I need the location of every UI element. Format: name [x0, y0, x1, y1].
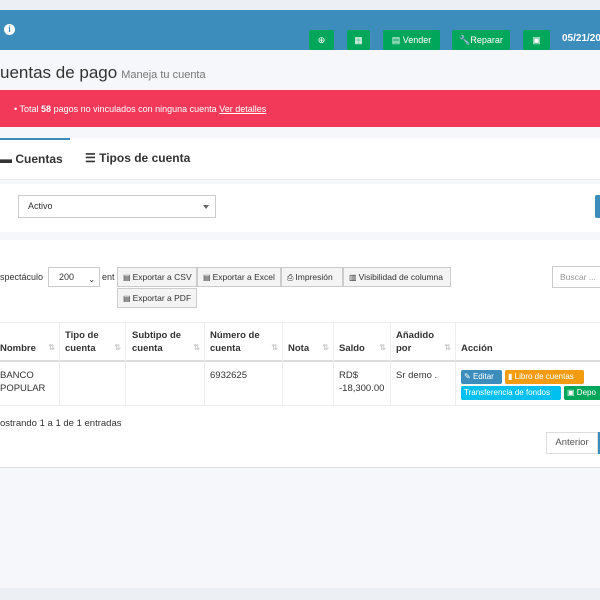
- export-excel-button[interactable]: ▤ Exportar a Excel: [197, 267, 281, 287]
- entries-suffix: ent: [102, 272, 115, 282]
- column-visibility-label: Visibilidad de columna: [358, 272, 443, 282]
- sort-icon: ⇅: [444, 343, 451, 352]
- status-select[interactable]: Activo: [18, 195, 216, 218]
- money-icon: ▣: [532, 35, 541, 45]
- entries-select[interactable]: 200 ⌄: [48, 267, 100, 287]
- sort-icon: ⇅: [48, 343, 55, 352]
- book-icon: ▮: [508, 372, 513, 381]
- alert-message: pagos no vinculados con ninguna cuenta: [53, 104, 217, 114]
- cash-button[interactable]: ▣: [523, 30, 550, 50]
- cell-added-by: Sr demo .: [391, 362, 456, 406]
- sell-label: Vender: [402, 35, 432, 45]
- column-header-name-label: Nombre: [0, 343, 36, 354]
- cell-subtype: [126, 362, 205, 406]
- export-csv-label: Exportar a CSV: [132, 272, 192, 282]
- tabs-bar: ▬ Cuentas ☰ Tipos de cuenta: [0, 138, 600, 180]
- wrench-icon: 🔧: [459, 35, 471, 45]
- previous-page-button[interactable]: Anterior: [546, 432, 598, 454]
- column-header-action: Acción: [456, 322, 600, 362]
- alert-count: 58: [41, 104, 52, 114]
- print-button[interactable]: ⎙ Impresión: [281, 267, 343, 287]
- edit-label: Editar: [472, 372, 494, 381]
- print-label: Impresión: [295, 272, 333, 282]
- page-title-text: uentas de pago: [0, 63, 118, 82]
- tab-accounts[interactable]: ▬ Cuentas: [0, 138, 70, 180]
- calculator-icon: ▦: [354, 35, 363, 45]
- column-header-balance-label: Saldo: [339, 343, 365, 354]
- export-pdf-button[interactable]: ▤ Exportar a PDF: [117, 288, 197, 308]
- status-select-value: Activo: [28, 201, 53, 211]
- show-entries-label: spectáculo: [0, 272, 44, 282]
- column-header-added-by-label: Añadido por: [396, 330, 434, 354]
- tab-account-types-label: Tipos de cuenta: [99, 151, 191, 165]
- column-header-subtype-label: Subtipo de cuenta: [132, 330, 182, 354]
- cell-balance: RD$ -18,300.00: [334, 362, 391, 406]
- repair-label: Reparar: [470, 35, 503, 45]
- cell-type: [60, 362, 126, 406]
- column-header-note[interactable]: Nota ⇅: [283, 322, 334, 362]
- column-visibility-button[interactable]: ▥ Visibilidad de columna: [343, 267, 451, 287]
- repair-button[interactable]: 🔧Reparar: [452, 30, 510, 50]
- edit-icon: ✎: [464, 372, 471, 381]
- sort-icon: ⇅: [114, 343, 121, 352]
- column-header-added-by[interactable]: Añadido por ⇅: [391, 322, 456, 362]
- export-excel-label: Exportar a Excel: [212, 272, 275, 282]
- book-icon: ▬: [0, 152, 12, 166]
- column-header-type-label: Tipo de cuenta: [65, 330, 99, 354]
- column-header-name[interactable]: Nombre ⇅: [0, 322, 60, 362]
- column-header-number-label: Número de cuenta: [210, 330, 260, 354]
- export-pdf-label: Exportar a PDF: [132, 293, 192, 303]
- add-account-button[interactable]: [595, 195, 600, 218]
- file-icon: ▤: [123, 273, 131, 282]
- cell-name: BANCO POPULAR: [0, 362, 60, 406]
- ledger-label: Libro de cuentas: [514, 372, 574, 381]
- tab-accounts-label: Cuentas: [15, 152, 63, 166]
- column-header-number[interactable]: Número de cuenta ⇅: [205, 322, 283, 362]
- cell-number: 6932625: [205, 362, 283, 406]
- ledger-button[interactable]: ▮ Libro de cuentas: [505, 370, 584, 384]
- column-header-type[interactable]: Tipo de cuenta ⇅: [60, 322, 126, 362]
- info-icon[interactable]: i: [4, 24, 15, 35]
- sort-icon: ⇅: [271, 343, 278, 352]
- column-header-note-label: Nota: [288, 343, 310, 354]
- column-header-balance[interactable]: Saldo ⇅: [334, 322, 391, 362]
- page-subtitle: Maneja tu cuenta: [121, 69, 206, 81]
- caret-down-icon: [203, 205, 209, 209]
- tab-account-types[interactable]: ☰ Tipos de cuenta: [85, 138, 190, 180]
- top-navbar: i ⊕ ▦ ▤ Vender 🔧Reparar ▣ 05/21/20: [0, 10, 600, 50]
- print-icon: ⎙: [287, 273, 294, 282]
- list-icon: ☰: [85, 151, 96, 165]
- column-header-subtype[interactable]: Subtipo de cuenta ⇅: [126, 322, 205, 362]
- deposit-label: Depo: [576, 388, 596, 397]
- transfer-funds-button[interactable]: Transferencia de fondos: [461, 386, 561, 400]
- alert-prefix: Total: [19, 104, 39, 114]
- sell-button[interactable]: ▤ Vender: [383, 30, 440, 50]
- unlinked-payments-alert: • Total 58 pagos no vinculados con ningu…: [0, 90, 600, 127]
- add-button[interactable]: ⊕: [309, 30, 334, 50]
- file-pdf-icon: ▤: [123, 294, 131, 303]
- current-date: 05/21/20: [562, 33, 600, 44]
- sort-icon: ⇅: [193, 343, 200, 352]
- page-title: uentas de pago Maneja tu cuenta: [0, 63, 206, 83]
- money-icon: ▣: [567, 388, 575, 397]
- plus-circle-icon: ⊕: [317, 35, 326, 45]
- export-csv-button[interactable]: ▤ Exportar a CSV: [117, 267, 197, 287]
- edit-button[interactable]: ✎ Editar: [461, 370, 502, 384]
- columns-icon: ▥: [349, 273, 357, 282]
- file-excel-icon: ▤: [203, 273, 211, 282]
- table-info: ostrando 1 a 1 de 1 entradas: [0, 418, 122, 429]
- entries-value: 200: [59, 272, 75, 282]
- deposit-button[interactable]: ▣ Depo: [564, 386, 600, 400]
- cell-note: [283, 362, 334, 406]
- list-icon: ▤: [391, 35, 401, 45]
- view-details-link[interactable]: Ver detalles: [219, 104, 266, 114]
- sort-icon: ⇅: [379, 343, 386, 352]
- alert-text: • Total 58 pagos no vinculados con ningu…: [14, 104, 267, 114]
- sort-icon: ⇅: [322, 343, 329, 352]
- search-input[interactable]: Buscar ...: [552, 266, 600, 288]
- transfer-label: Transferencia de fondos: [464, 388, 550, 397]
- column-header-action-label: Acción: [461, 343, 493, 354]
- calculator-button[interactable]: ▦: [347, 30, 370, 50]
- chevron-down-icon: ⌄: [88, 275, 95, 284]
